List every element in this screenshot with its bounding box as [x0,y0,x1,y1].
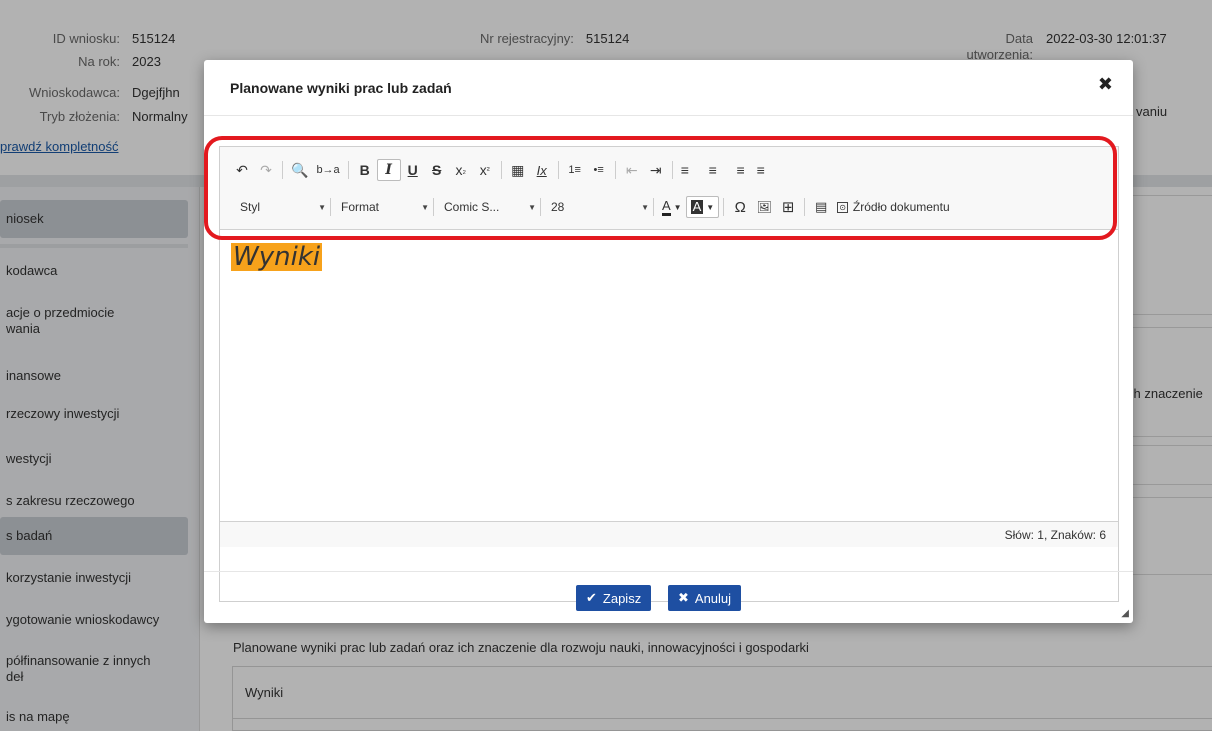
redo-icon[interactable]: ↷ [254,159,278,181]
indent-icon[interactable]: ⇥ [644,159,668,181]
bullet-list-icon[interactable]: •≡ [587,159,611,181]
rich-text-editor: ↶ ↷ 🔍 b→a B I U S x₂ x² ▦ Ix 1≡ •≡ ⇤ ⇥ ≡… [219,146,1119,602]
style-dropdown[interactable]: Styl ▼ [230,196,326,218]
toolbar-separator [614,161,616,179]
font-size-dropdown[interactable]: 28 ▼ [545,196,649,218]
font-dropdown[interactable]: Comic S... ▼ [438,196,536,218]
templates-icon[interactable]: ▤ [809,196,833,218]
modal-footer: ✔ Zapisz ✖ Anuluj ◢ [204,571,1133,623]
image-icon[interactable]: 🖼 [752,196,776,218]
chevron-down-icon: ▼ [318,202,326,212]
italic-button[interactable]: I [376,159,401,181]
close-icon: ✖ [678,590,689,605]
check-icon: ✔ [586,590,597,605]
superscript-button[interactable]: x² [473,159,497,181]
toolbar-separator [540,198,541,216]
toolbar-separator [557,161,559,179]
toolbar-separator [671,161,673,179]
editor-modal: Planowane wyniki prac lub zadań ✖ ↶ ↷ 🔍 … [204,60,1133,623]
editor-content-area[interactable]: Wyniki [220,231,1118,521]
special-character-icon[interactable]: Ω [728,196,752,218]
chevron-down-icon: ▼ [673,202,682,212]
align-left-icon[interactable]: ≡ [677,159,701,181]
word-count-status: Słów: 1, Znaków: 6 [220,521,1118,547]
resize-handle-icon[interactable]: ◢ [1121,608,1129,619]
toolbar-separator [500,161,502,179]
chevron-down-icon: ▼ [706,202,715,212]
align-right-icon[interactable]: ≡ [725,159,749,181]
modal-header: Planowane wyniki prac lub zadań ✖ [204,60,1133,116]
toolbar-separator [433,198,434,216]
text-color-button[interactable]: A ▼ [658,196,686,218]
clear-format-icon[interactable]: Ix [530,159,554,181]
source-icon: ⊙ [837,201,848,213]
align-center-icon[interactable]: ≡ [701,159,725,181]
toolbar-separator [723,198,725,216]
toolbar-separator [804,198,806,216]
search-icon[interactable]: 🔍 [287,159,312,181]
replace-icon[interactable]: b→a [312,159,343,181]
chevron-down-icon: ▼ [641,202,649,212]
strikethrough-button[interactable]: S [425,159,449,181]
align-justify-icon[interactable]: ≡ [749,159,773,181]
toolbar-separator [347,161,349,179]
table-icon[interactable]: ⊞ [776,196,800,218]
undo-icon[interactable]: ↶ [230,159,254,181]
background-color-button[interactable]: A ▼ [685,196,720,218]
chevron-down-icon: ▼ [421,202,429,212]
toolbar-separator [282,161,283,179]
toolbar-row-1: ↶ ↷ 🔍 b→a B I U S x₂ x² ▦ Ix 1≡ •≡ ⇤ ⇥ ≡… [230,159,773,181]
outdent-icon[interactable]: ⇤ [620,159,644,181]
toolbar-separator [653,198,654,216]
editor-toolbar: ↶ ↷ 🔍 b→a B I U S x₂ x² ▦ Ix 1≡ •≡ ⇤ ⇥ ≡… [220,147,1118,230]
toolbar-row-2: Styl ▼ Format ▼ Comic S... ▼ 28 ▼ A ▼ A … [230,195,954,219]
save-button[interactable]: ✔ Zapisz [576,585,652,611]
subscript-button[interactable]: x₂ [449,159,473,181]
underline-button[interactable]: U [401,159,425,181]
close-icon[interactable]: ✖ [1098,74,1113,95]
format-dropdown[interactable]: Format ▼ [335,196,429,218]
chevron-down-icon: ▼ [528,202,536,212]
cancel-button[interactable]: ✖ Anuluj [668,585,742,611]
modal-title: Planowane wyniki prac lub zadań [230,80,452,96]
bold-button[interactable]: B [353,159,377,181]
numbered-list-icon[interactable]: 1≡ [563,159,587,181]
source-button[interactable]: ⊙ Źródło dokumentu [833,196,953,218]
paste-icon[interactable]: ▦ [506,159,530,181]
toolbar-separator [330,198,331,216]
editor-text[interactable]: Wyniki [231,243,323,271]
